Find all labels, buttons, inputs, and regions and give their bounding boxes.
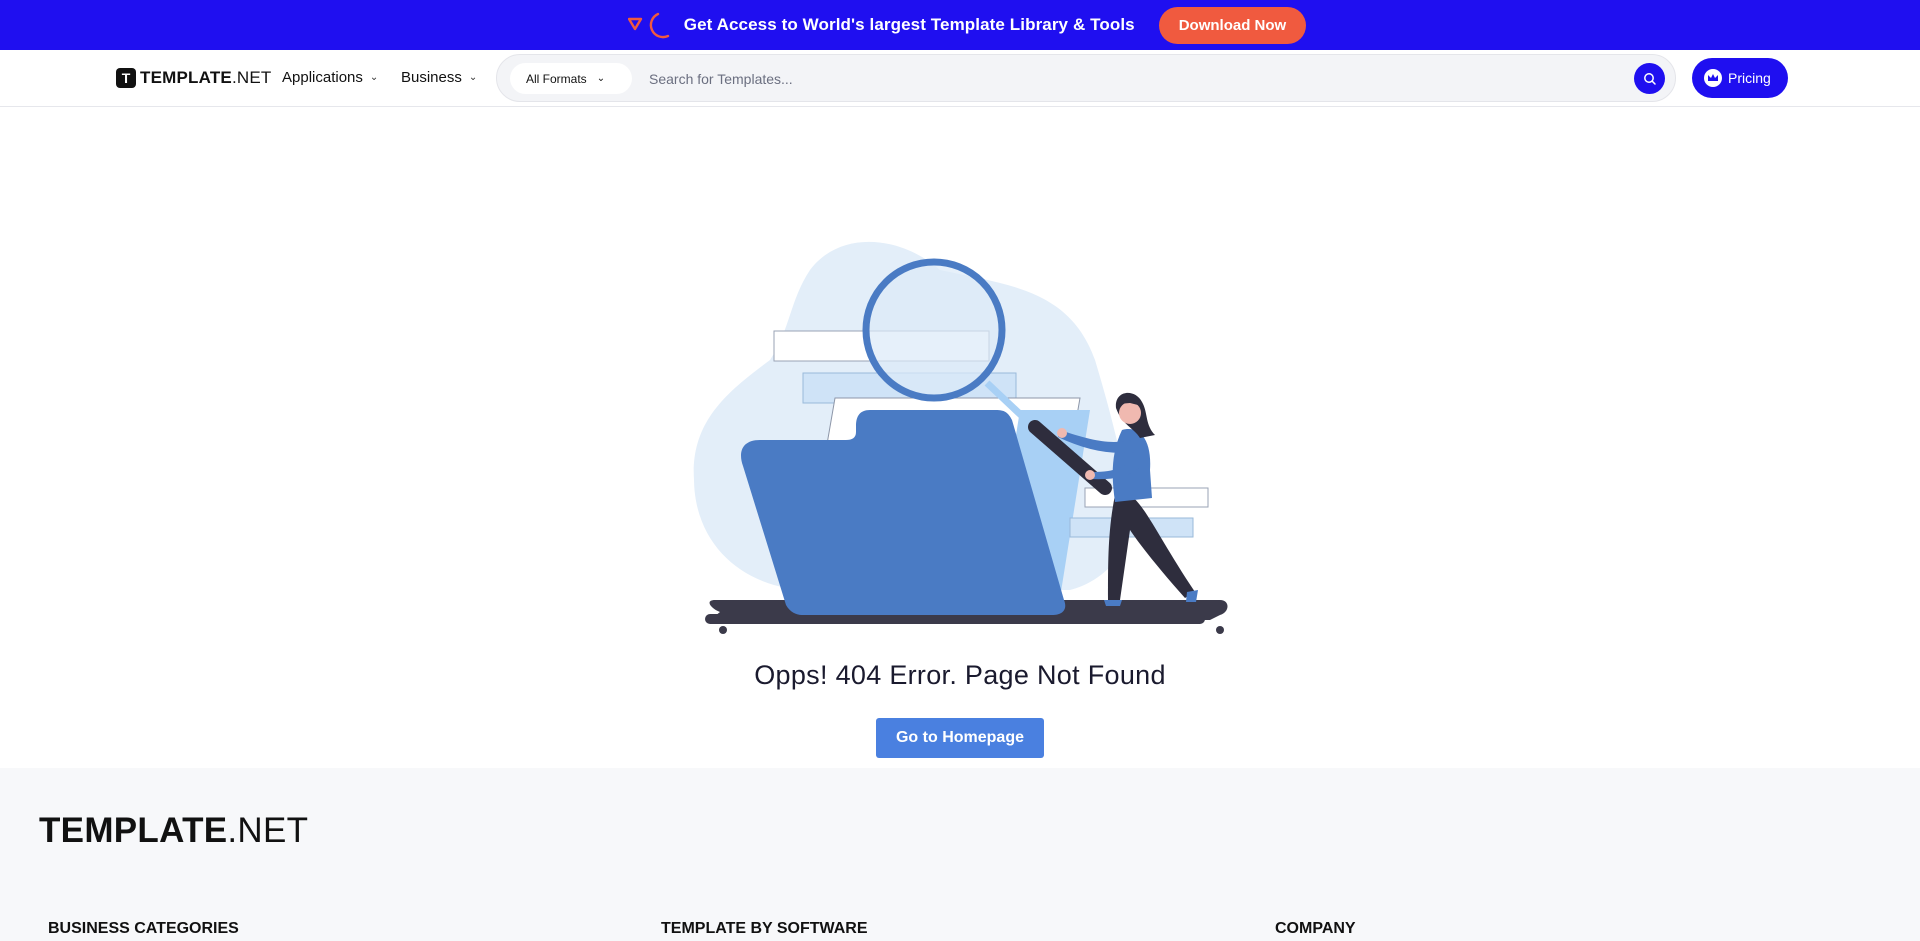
logo-text-thin: .NET — [231, 68, 272, 87]
promo-logo-icons — [627, 10, 672, 40]
footer-heading-template-by-software: TEMPLATE BY SOFTWARE — [661, 920, 868, 937]
formats-dropdown[interactable]: All Formats ⌄ — [510, 63, 632, 94]
person-legs — [1108, 495, 1195, 600]
site-logo[interactable]: T TEMPLATE.NET — [116, 68, 271, 88]
footer-logo-thin: .NET — [227, 811, 309, 850]
not-found-illustration — [693, 241, 1228, 634]
pricing-label: Pricing — [1728, 70, 1771, 86]
search-input[interactable] — [649, 69, 1549, 89]
promo-content: Get Access to World's largest Template L… — [627, 6, 1307, 44]
footer-logo[interactable]: TEMPLATE.NET — [39, 811, 308, 851]
nav-business[interactable]: Business ⌄ — [401, 69, 477, 86]
magnifier-lens — [862, 258, 1006, 402]
logo-text: TEMPLATE.NET — [140, 68, 271, 88]
download-now-button[interactable]: Download Now — [1158, 6, 1307, 44]
search-icon — [1643, 72, 1656, 85]
chevron-down-icon: ⌄ — [468, 72, 478, 83]
logo-text-bold: TEMPLATE — [140, 68, 232, 87]
person-head — [1119, 402, 1141, 424]
promo-banner: Get Access to World's largest Template L… — [0, 0, 1920, 50]
crown-icon — [1704, 69, 1722, 87]
logo-mark-icon: T — [116, 68, 136, 88]
footer-heading-company: COMPANY — [1275, 920, 1356, 937]
nav-applications[interactable]: Applications ⌄ — [282, 69, 378, 86]
chevron-down-icon: ⌄ — [369, 72, 379, 83]
promo-logo-icon — [627, 12, 669, 39]
formats-label: All Formats — [526, 71, 587, 86]
go-to-homepage-button[interactable]: Go to Homepage — [876, 718, 1044, 758]
footer: TEMPLATE.NET BUSINESS CATEGORIES TEMPLAT… — [0, 768, 1920, 941]
error-title: Opps! 404 Error. Page Not Found — [754, 660, 1166, 690]
footer-logo-bold: TEMPLATE — [39, 811, 228, 850]
footer-heading-business-categories: BUSINESS CATEGORIES — [48, 920, 239, 937]
nav-applications-label: Applications — [282, 69, 363, 86]
pricing-button[interactable]: Pricing — [1692, 58, 1788, 98]
top-navbar: T TEMPLATE.NET Applications ⌄ Business ⌄… — [0, 50, 1920, 107]
chevron-down-icon: ⌄ — [596, 73, 606, 84]
promo-text: Get Access to World's largest Template L… — [683, 15, 1135, 34]
folder — [741, 410, 1066, 615]
nav-business-label: Business — [401, 69, 462, 86]
search-bar: All Formats ⌄ — [496, 54, 1676, 102]
search-button[interactable] — [1634, 63, 1665, 94]
